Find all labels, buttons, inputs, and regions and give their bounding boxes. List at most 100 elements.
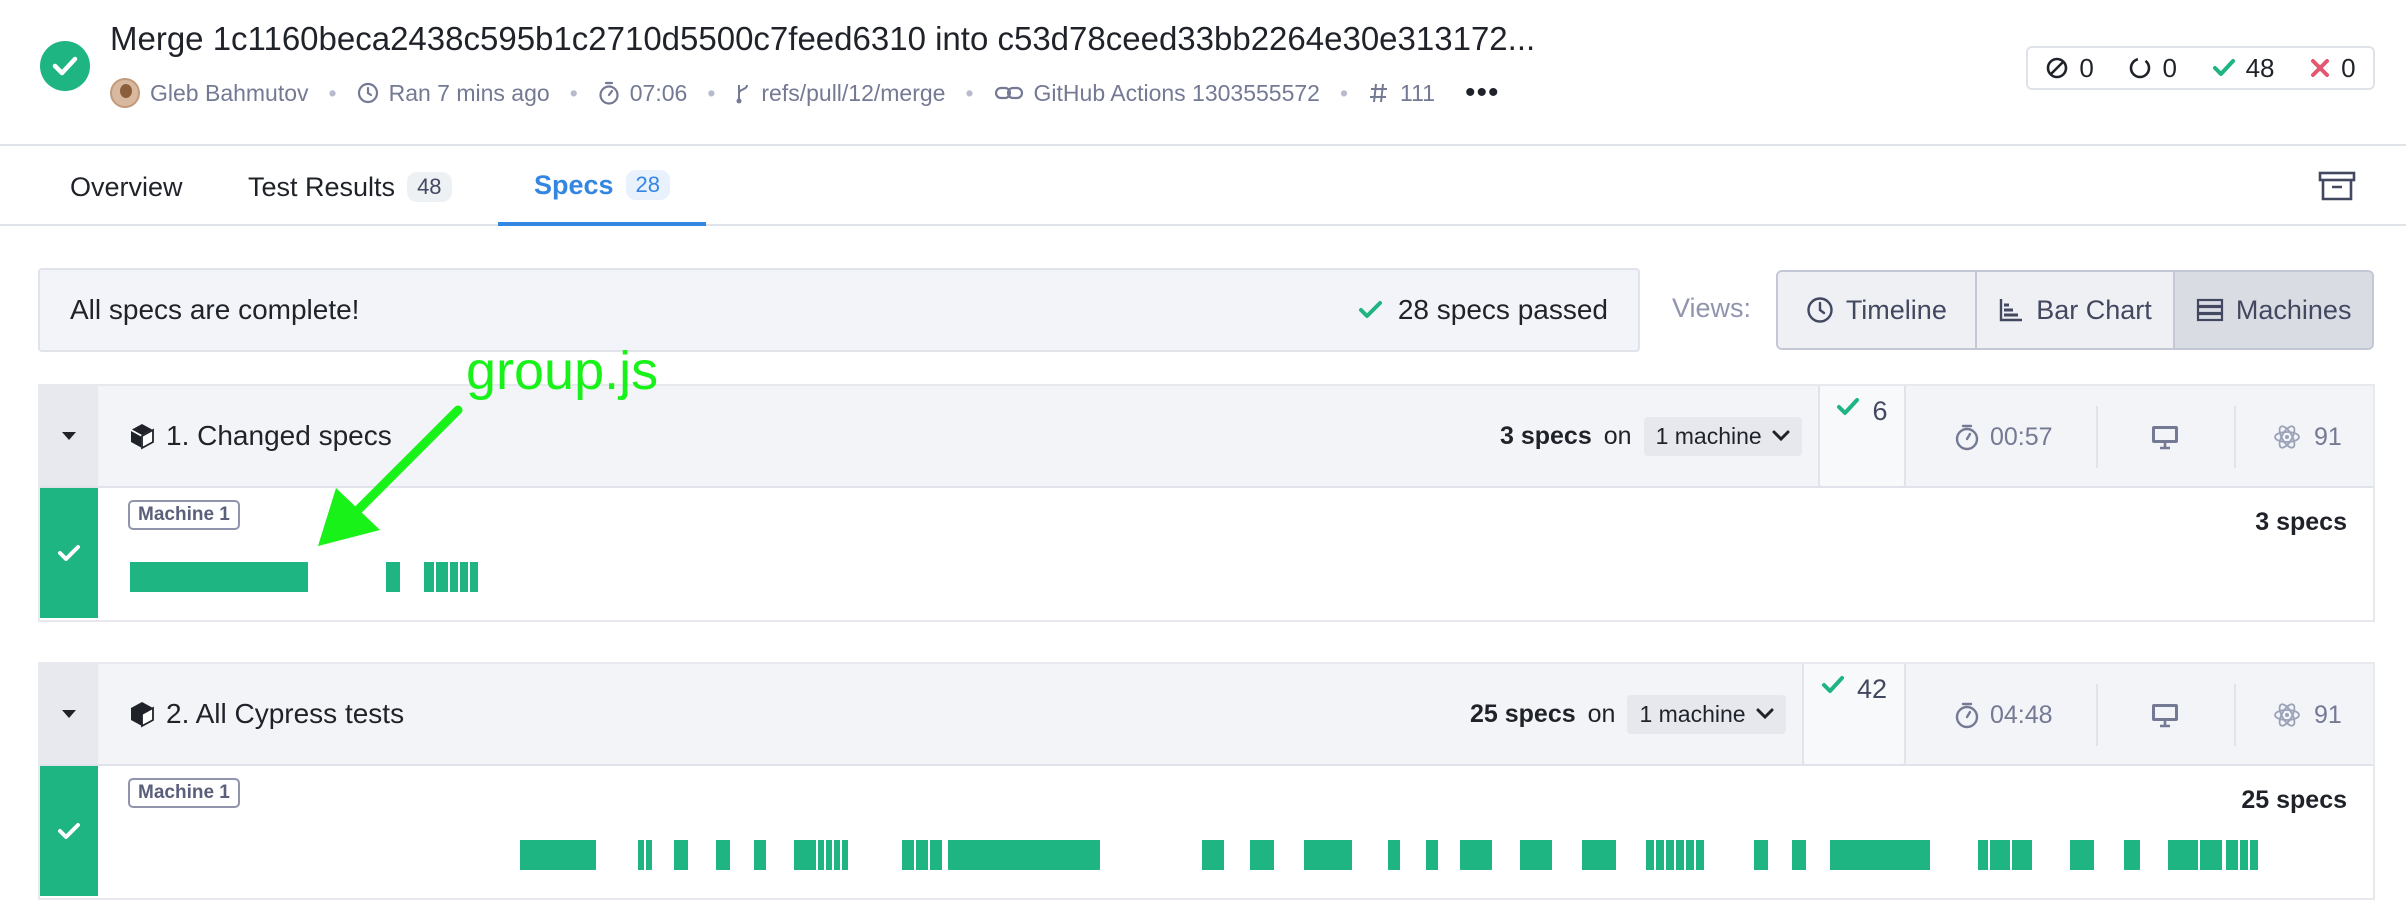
spec-bar[interactable]: [1426, 840, 1438, 870]
stopwatch-icon: [1955, 702, 1979, 729]
group-passed[interactable]: 6: [1818, 386, 1906, 488]
spec-bar[interactable]: [1656, 840, 1664, 870]
completion-banner: All specs are complete! 28 specs passed: [38, 268, 1640, 352]
spec-bar[interactable]: [674, 840, 688, 870]
passed-value: 48: [2245, 52, 2275, 83]
separator: •: [965, 79, 974, 106]
check-icon: [1821, 676, 1844, 693]
spec-bar[interactable]: [1388, 840, 1400, 870]
view-bar-chart-button[interactable]: Bar Chart: [1976, 272, 2176, 348]
banner-status: 28 specs passed: [1358, 294, 1608, 326]
spec-bar[interactable]: [2250, 840, 2258, 870]
tab-label: Specs: [533, 169, 614, 200]
spec-bar[interactable]: [646, 840, 652, 870]
package-icon: [131, 702, 154, 728]
group-passed[interactable]: 42: [1802, 664, 1906, 766]
bar-chart-icon: [2000, 299, 2023, 322]
spec-bar[interactable]: [130, 562, 308, 592]
spec-bar[interactable]: [2200, 840, 2222, 870]
machines-dropdown[interactable]: 1 machine: [1627, 694, 1786, 734]
spec-bar[interactable]: [1792, 840, 1806, 870]
spec-bar[interactable]: [754, 840, 766, 870]
group-specs-summary: 25 specs on 1 machine: [1470, 664, 1786, 764]
specs-count: 3 specs: [1500, 421, 1592, 450]
archive-button[interactable]: [2318, 170, 2356, 202]
ci-provider[interactable]: GitHub Actions 1303555572: [994, 80, 1320, 107]
collapse-toggle[interactable]: [40, 386, 98, 486]
view-timeline-button[interactable]: Timeline: [1778, 272, 1977, 348]
spec-bar[interactable]: [834, 840, 840, 870]
spec-bar[interactable]: [424, 562, 434, 592]
more-options-button[interactable]: •••: [1465, 78, 1500, 108]
spec-bar[interactable]: [1830, 840, 1930, 870]
spec-bar[interactable]: [436, 562, 448, 592]
spec-bar[interactable]: [638, 840, 644, 870]
spec-bar[interactable]: [2012, 840, 2022, 870]
author[interactable]: Gleb Bahmutov: [110, 78, 309, 108]
spec-bar[interactable]: [386, 562, 400, 592]
machines-dropdown[interactable]: 1 machine: [1643, 416, 1802, 456]
spec-bar[interactable]: [842, 840, 848, 870]
machine-row: Machine 1 3 specs: [40, 488, 2373, 618]
spec-bar[interactable]: [794, 840, 816, 870]
specs-count: 25 specs: [1470, 699, 1576, 728]
browser-info: 91: [2272, 386, 2342, 488]
spec-bar[interactable]: [1696, 840, 1704, 870]
spec-bar[interactable]: [470, 562, 478, 592]
spec-bar[interactable]: [1990, 840, 2000, 870]
collapse-toggle[interactable]: [40, 664, 98, 764]
spec-bar[interactable]: [2070, 840, 2094, 870]
stopwatch-icon: [599, 81, 619, 105]
spec-bar[interactable]: [520, 840, 596, 870]
spec-bar[interactable]: [1676, 840, 1684, 870]
separator: •: [328, 79, 337, 106]
passed-count[interactable]: 48: [2212, 53, 2275, 84]
caret-down-icon: [62, 432, 76, 440]
spec-bar[interactable]: [1686, 840, 1694, 870]
spec-bar[interactable]: [902, 840, 914, 870]
machine-spec-count: 25 specs: [2241, 786, 2347, 814]
spec-bar[interactable]: [2226, 840, 2238, 870]
spec-bar[interactable]: [1646, 840, 1654, 870]
spec-bar[interactable]: [1582, 840, 1616, 870]
spec-bar[interactable]: [1250, 840, 1274, 870]
group-title[interactable]: 1. Changed specs: [128, 386, 392, 486]
group-title[interactable]: 2. All Cypress tests: [128, 664, 404, 764]
skipped-count[interactable]: 0: [2045, 53, 2094, 84]
view-machines-button[interactable]: Machines: [2175, 272, 2372, 348]
spec-bar[interactable]: [818, 840, 824, 870]
spec-bar[interactable]: [948, 840, 1100, 870]
spec-bar[interactable]: [716, 840, 730, 870]
spec-bar[interactable]: [1460, 840, 1492, 870]
tab-test-results[interactable]: Test Results 48: [248, 148, 452, 226]
spec-bar[interactable]: [826, 840, 832, 870]
spec-bar[interactable]: [2022, 840, 2032, 870]
separator: •: [1339, 79, 1349, 106]
failed-count[interactable]: 0: [2309, 53, 2356, 84]
banner-status-text: 28 specs passed: [1397, 294, 1608, 325]
spec-bar[interactable]: [1520, 840, 1552, 870]
spec-bar[interactable]: [450, 562, 458, 592]
monitor-icon: [2152, 704, 2178, 728]
spec-bar[interactable]: [2124, 840, 2140, 870]
spec-bar[interactable]: [1978, 840, 1988, 870]
spec-bar[interactable]: [916, 840, 928, 870]
spec-bar[interactable]: [2240, 840, 2248, 870]
spec-bar[interactable]: [1304, 840, 1352, 870]
run-duration: 07:06: [598, 80, 687, 107]
spec-bar[interactable]: [2168, 840, 2198, 870]
tab-specs[interactable]: Specs 28: [498, 148, 706, 226]
pending-count[interactable]: 0: [2128, 53, 2177, 84]
spec-bar[interactable]: [1754, 840, 1768, 870]
spec-bar[interactable]: [930, 840, 942, 870]
machine-spec-count: 3 specs: [2255, 508, 2347, 536]
machine-label: Machine 1: [128, 500, 240, 530]
annotation-label: group.js: [466, 341, 659, 401]
spec-bar[interactable]: [2000, 840, 2010, 870]
branch[interactable]: refs/pull/12/merge: [735, 80, 945, 107]
link-icon: [994, 86, 1023, 100]
spec-bar[interactable]: [460, 562, 468, 592]
tab-overview[interactable]: Overview: [70, 148, 183, 226]
spec-bar[interactable]: [1666, 840, 1674, 870]
spec-bar[interactable]: [1202, 840, 1224, 870]
